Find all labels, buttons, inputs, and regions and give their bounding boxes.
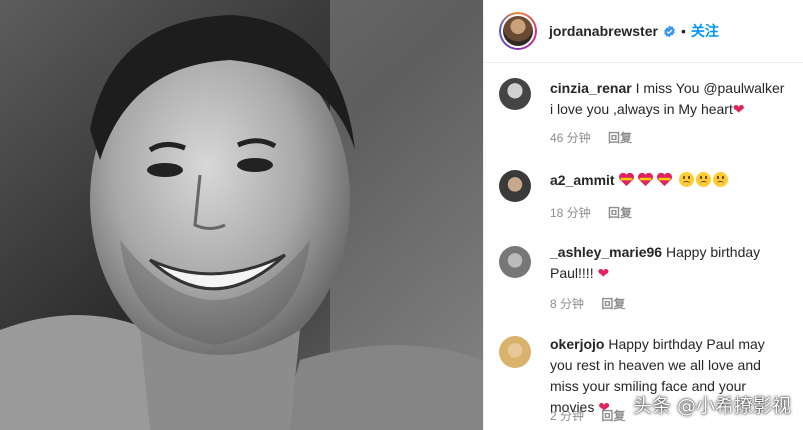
comment-text-block: _ashley_marie96 Happy birthday Paul!!!! … [550,242,791,284]
post-photo [0,0,483,430]
commenter-username[interactable]: okerjojo [550,336,604,352]
sad-face-icon [679,172,695,187]
heart-flag-icon [657,172,673,187]
reply-button[interactable]: 回复 [601,409,625,423]
comment-meta: 8 分钟 回复 [550,295,625,312]
comment-time: 18 分钟 [550,206,591,220]
comment-text-block: cinzia_renar I miss You @paulwalker i lo… [550,78,791,120]
comment-time: 2 分钟 [550,409,585,423]
comment-emojis [618,172,730,188]
reply-button[interactable]: 回复 [608,131,632,145]
commenter-avatar[interactable] [499,246,531,278]
comment-meta: 46 分钟 回复 [550,129,632,146]
red-heart-icon: ❤ [732,101,745,117]
comment-time: 8 分钟 [550,297,585,311]
comment-meta: 18 分钟 回复 [550,204,632,221]
sad-face-icon [696,172,712,187]
reply-button[interactable]: 回复 [608,206,632,220]
commenter-username[interactable]: _ashley_marie96 [550,244,662,260]
comment-text-block: a2_ammit [550,170,791,191]
commenter-username[interactable]: a2_ammit [550,172,615,188]
post-header: jordanabrewster • 关注 [484,0,803,63]
comments-panel: jordanabrewster • 关注 cinzia_renar I miss… [483,0,803,430]
separator-dot: • [680,23,686,39]
follow-button[interactable]: 关注 [691,21,719,41]
watermark: 头条 @小希撩影视 [632,395,791,417]
heart-flag-icon [638,172,654,187]
heart-flag-icon [619,172,635,187]
verified-badge-icon [664,25,675,37]
commenter-avatar[interactable] [499,78,531,110]
comment-time: 46 分钟 [550,131,591,145]
author-avatar[interactable] [499,12,537,50]
red-heart-icon: ❤ [597,265,610,281]
commenter-avatar[interactable] [499,336,531,368]
author-username[interactable]: jordanabrewster [549,23,658,39]
reply-button[interactable]: 回复 [601,297,625,311]
commenter-avatar[interactable] [499,170,531,202]
sad-face-icon [713,172,729,187]
portrait-image [0,0,483,430]
comment-meta: 2 分钟 回复 [550,407,625,424]
commenter-username[interactable]: cinzia_renar [550,80,632,96]
